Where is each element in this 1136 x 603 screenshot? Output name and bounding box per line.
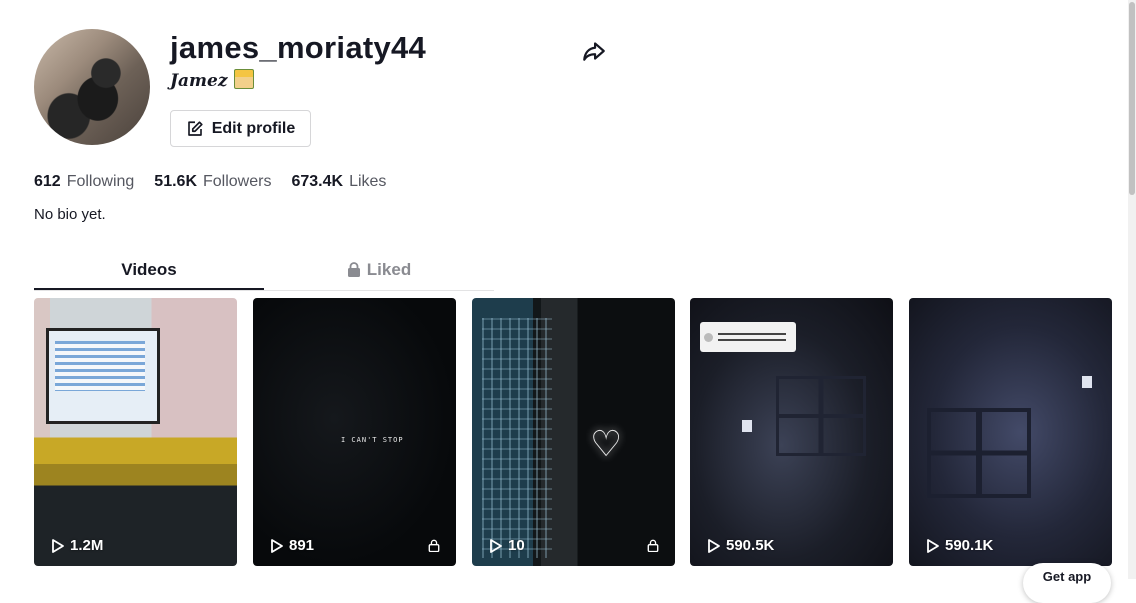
stat-label: Likes [349, 173, 387, 190]
file-icon [742, 420, 752, 432]
video-views-count: 891 [289, 537, 315, 554]
profile-username: james_moriaty44 [170, 30, 427, 65]
video-card[interactable]: 590.5K [690, 298, 893, 566]
profile-bio: No bio yet. [34, 206, 106, 223]
lock-icon [428, 539, 440, 552]
play-icon [490, 538, 502, 553]
share-arrow-icon [583, 42, 605, 61]
video-views: 590.5K [706, 537, 774, 554]
video-views-count: 10 [508, 537, 525, 554]
stat-following[interactable]: 612 Following [34, 172, 134, 192]
stat-value: 51.6K [154, 173, 197, 190]
video-views-count: 590.5K [726, 537, 775, 554]
file-icon [1082, 376, 1092, 388]
lock-icon [347, 262, 360, 277]
stat-label: Following [66, 173, 135, 190]
video-card[interactable]: ♡ 10 [472, 298, 675, 566]
video-card[interactable]: 590.1K [909, 298, 1112, 566]
profile-stats: 612 Following 51.6K Followers 673.4K Likes [34, 172, 386, 192]
heart-icon: ♡ [590, 423, 623, 464]
tab-liked-label: Liked [366, 260, 412, 279]
video-thumbnail-caption: I CAN'T STOP [341, 436, 404, 444]
profile-nickname: Jamez [170, 69, 254, 92]
play-icon [708, 538, 720, 553]
thumbnail-comment-bubble [700, 322, 796, 352]
scrollbar-thumb[interactable] [1129, 2, 1135, 195]
thumbnail-window [776, 376, 866, 456]
edit-profile-label: Edit profile [211, 119, 296, 137]
edit-profile-button[interactable]: Edit profile [170, 110, 311, 147]
thumbnail-grate [482, 318, 552, 558]
stat-label: Followers [203, 173, 272, 190]
video-views: 10 [488, 537, 525, 554]
share-profile-button[interactable] [581, 38, 607, 64]
lock-icon [647, 539, 659, 552]
stat-value: 673.4K [291, 173, 344, 190]
nickname-text: Jamez [170, 71, 228, 91]
video-views-count: 590.1K [945, 537, 994, 554]
video-card[interactable]: 1.2M [34, 298, 237, 566]
profile-avatar[interactable] [34, 29, 150, 145]
video-card[interactable]: I CAN'T STOP 891 [253, 298, 456, 566]
profile-tabs: Videos Liked [34, 254, 494, 291]
video-views: 1.2M [50, 537, 103, 554]
video-views: 891 [269, 537, 314, 554]
thumbnail-window [927, 408, 1031, 498]
stat-value: 612 [34, 173, 61, 190]
video-views: 590.1K [925, 537, 993, 554]
video-views-count: 1.2M [70, 537, 104, 554]
play-icon [271, 538, 283, 553]
nickname-emoji-icon [233, 69, 254, 89]
play-icon [52, 538, 64, 553]
tab-videos[interactable]: Videos [34, 254, 264, 290]
stat-likes: 673.4K Likes [291, 172, 386, 192]
get-app-button[interactable]: Get app [1023, 563, 1111, 603]
play-icon [927, 538, 939, 553]
thumbnail-laptop-screen [46, 328, 160, 424]
edit-pencil-icon [187, 120, 203, 136]
stat-followers[interactable]: 51.6K Followers [154, 172, 271, 192]
tab-liked[interactable]: Liked [264, 254, 494, 288]
